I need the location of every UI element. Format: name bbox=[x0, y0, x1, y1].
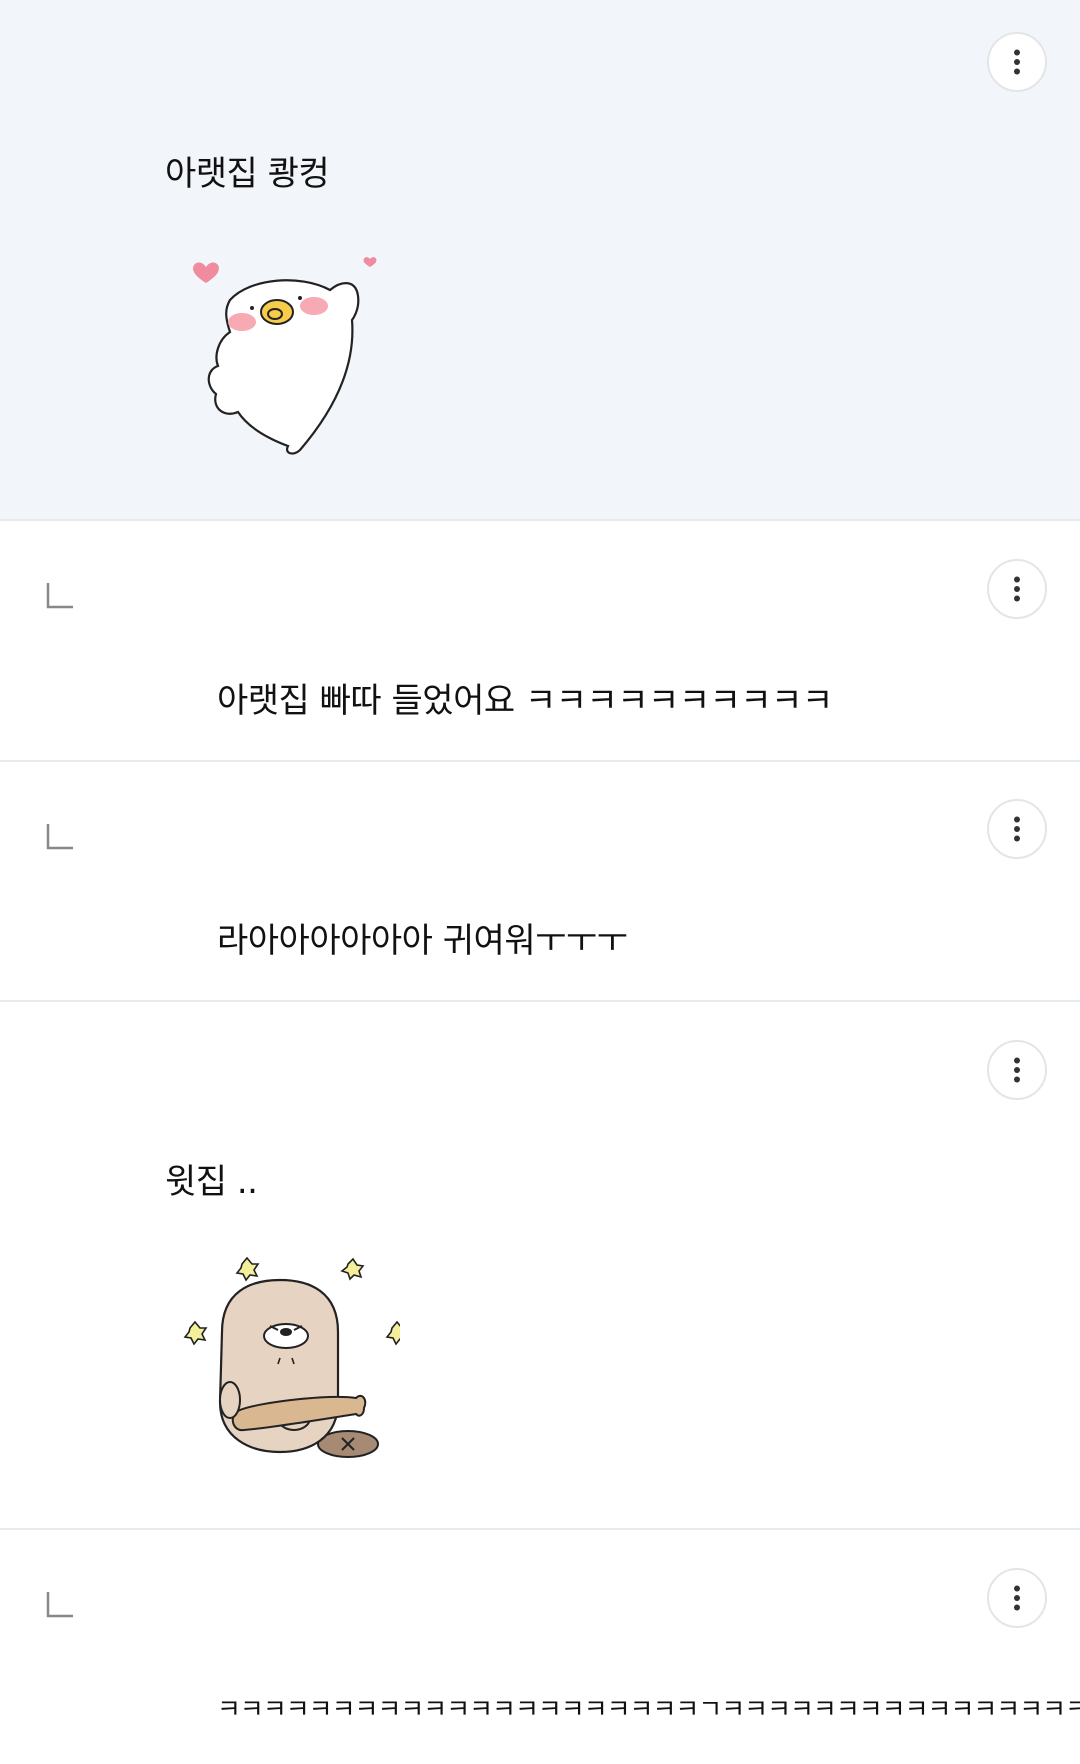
more-options-button[interactable] bbox=[987, 559, 1047, 619]
reply-text: ㅋㅋㅋㅋㅋㅋㅋㅋㅋㅋㅋㅋㅋㅋㅋㅋㅋㅋㅋㅋㅋㄱㅋㅋㅋㅋㅋㅋㅋㅋㅋㅋㅋㅋㅋㅋㅋㅋㅋㅋ bbox=[217, 1695, 1080, 1725]
reply-arrow-icon bbox=[46, 1592, 73, 1618]
comment-item: 아랫집 쾅컹 bbox=[0, 0, 1080, 521]
reply-item: ㅋㅋㅋㅋㅋㅋㅋㅋㅋㅋㅋㅋㅋㅋㅋㅋㅋㅋㅋㅋㅋㄱㅋㅋㅋㅋㅋㅋㅋㅋㅋㅋㅋㅋㅋㅋㅋㅋㅋㅋ bbox=[0, 1530, 1080, 1764]
comment-text: 아랫집 쾅컹 bbox=[165, 154, 330, 194]
reply-arrow-icon bbox=[46, 824, 73, 850]
more-vertical-icon bbox=[1014, 1585, 1020, 1611]
more-vertical-icon bbox=[1014, 1057, 1020, 1083]
more-vertical-icon bbox=[1014, 576, 1020, 602]
more-options-button[interactable] bbox=[987, 32, 1047, 92]
comment-text: 윗집 .. bbox=[165, 1162, 258, 1202]
white-seal-waving-with-hearts-sticker[interactable] bbox=[180, 240, 410, 470]
reply-item: 아랫집 빠따 들었어요 ㅋㅋㅋㅋㅋㅋㅋㅋㅋㅋ bbox=[0, 521, 1080, 762]
reply-arrow-icon bbox=[46, 583, 73, 609]
beaver-holding-bat-sticker[interactable] bbox=[170, 1242, 400, 1472]
more-options-button[interactable] bbox=[987, 799, 1047, 859]
reply-item: 라아아아아아아 귀여워ㅜㅜㅜ bbox=[0, 762, 1080, 1002]
more-vertical-icon bbox=[1014, 49, 1020, 75]
more-options-button[interactable] bbox=[987, 1040, 1047, 1100]
more-options-button[interactable] bbox=[987, 1568, 1047, 1628]
comment-item: 윗집 .. bbox=[0, 1002, 1080, 1530]
reply-text: 아랫집 빠따 들었어요 ㅋㅋㅋㅋㅋㅋㅋㅋㅋㅋ bbox=[217, 681, 833, 721]
more-vertical-icon bbox=[1014, 816, 1020, 842]
reply-text: 라아아아아아아 귀여워ㅜㅜㅜ bbox=[217, 921, 628, 961]
